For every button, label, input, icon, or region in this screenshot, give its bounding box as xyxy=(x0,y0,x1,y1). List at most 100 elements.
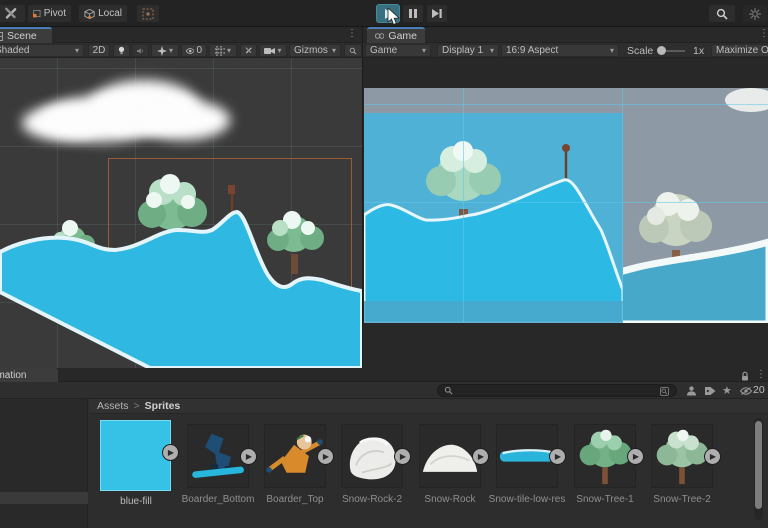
chevron-down-icon: ▾ xyxy=(421,45,426,55)
shading-mode-dropdown[interactable]: Shaded ▾ xyxy=(0,44,84,57)
project-toolbar: ★ 20 xyxy=(0,382,768,399)
folder-tree-selected-row[interactable] xyxy=(0,492,88,504)
scene-hidden-count: 0 xyxy=(196,45,202,56)
search-filter-icon[interactable] xyxy=(660,387,669,396)
grid-line xyxy=(622,88,623,323)
unity-editor-window: Pivot Local Scene ⋮ haded ▾ 2D ▾ 0 ▾ ▾ G… xyxy=(0,0,768,528)
main-toolbar: Pivot Local xyxy=(0,0,768,27)
tab-scene[interactable]: Scene xyxy=(0,27,52,43)
pause-icon xyxy=(409,9,417,18)
scene-effects-dropdown[interactable]: ▾ xyxy=(151,44,179,57)
local-toggle-button[interactable]: Local xyxy=(78,4,128,23)
chevron-down-icon: ▾ xyxy=(331,45,336,55)
asset-thumbnail: ▶ xyxy=(651,424,721,488)
label-filter-icon[interactable] xyxy=(705,386,716,396)
project-panel: Animation ⋮ xyxy=(0,368,768,528)
game-viewport[interactable] xyxy=(363,58,768,368)
pivot-toggle-button[interactable]: Pivot xyxy=(27,4,72,23)
maximize-on-play-button[interactable]: Maximize On xyxy=(711,44,768,57)
asset-expand-button[interactable]: ▶ xyxy=(394,448,411,465)
asset-label: Snow-Tree-2 xyxy=(653,494,711,505)
effects-icon xyxy=(156,45,167,56)
snowboarder-legs-art xyxy=(192,433,244,478)
chevron-down-icon: ▾ xyxy=(489,45,494,55)
breadcrumb-root[interactable]: Assets xyxy=(97,400,129,413)
chevron-down-icon: ▾ xyxy=(168,45,173,55)
asset-thumbnail: ▶ xyxy=(496,424,566,488)
lightbulb-icon xyxy=(118,46,125,55)
project-search-input[interactable] xyxy=(437,384,677,397)
pivot-label: Pivot xyxy=(43,8,66,19)
project-hidden-count: 20 xyxy=(753,384,765,396)
tab-animation[interactable]: Animation xyxy=(0,368,58,382)
asset-item-snow-tree-2[interactable]: ▶ Snow-Tree-2 xyxy=(651,424,721,514)
asset-expand-button[interactable]: ▶ xyxy=(472,448,489,465)
component-tools-button[interactable] xyxy=(240,44,257,57)
breadcrumb-current[interactable]: Sprites xyxy=(145,400,181,413)
tab-game[interactable]: Game xyxy=(367,27,425,43)
pause-button[interactable] xyxy=(402,4,424,23)
speaker-icon xyxy=(137,47,143,54)
scene-camera-dropdown[interactable]: ▾ xyxy=(259,44,287,57)
scene-search-field[interactable] xyxy=(344,44,362,57)
display-target-label: Display 1 xyxy=(442,45,484,56)
gizmos-label: Gizmos xyxy=(294,45,328,56)
project-scrollbar[interactable] xyxy=(754,418,763,520)
grid-visual-dropdown[interactable]: ▾ xyxy=(209,44,237,57)
local-label: Local xyxy=(98,8,122,19)
scene-menu-kebab-icon[interactable]: ⋮ xyxy=(347,28,357,39)
asset-expand-button[interactable]: ▶ xyxy=(240,448,257,465)
grid-axis-icon xyxy=(214,45,225,56)
asset-thumbnail: ▶ xyxy=(264,424,334,488)
game-left-scene xyxy=(364,141,623,323)
terrain-base-strip xyxy=(364,301,623,323)
snow-tree-sprite xyxy=(267,211,324,274)
step-icon xyxy=(432,9,442,18)
asset-thumbnail: ▶ xyxy=(187,424,257,488)
asset-expand-button[interactable]: ▶ xyxy=(627,448,644,465)
project-scrollbar-thumb[interactable] xyxy=(755,421,762,509)
cloud-services-button[interactable] xyxy=(742,4,768,23)
asset-expand-button[interactable]: ▶ xyxy=(317,448,334,465)
asset-thumbnail: ▶ xyxy=(574,424,644,488)
asset-thumbnail: ▶ xyxy=(341,424,411,488)
lock-icon[interactable] xyxy=(740,371,750,381)
display-target-dropdown[interactable]: Display 1 ▾ xyxy=(437,44,499,57)
search-everywhere-button[interactable] xyxy=(708,4,736,23)
asset-expand-button[interactable]: ▶ xyxy=(549,448,566,465)
cloud-sprite xyxy=(725,88,768,112)
scene-visibility-button[interactable]: 0 xyxy=(181,44,207,57)
aspect-ratio-label: 16:9 Aspect xyxy=(506,45,559,56)
game-controller-icon xyxy=(375,33,385,39)
asset-expand-button[interactable]: ▶ xyxy=(704,448,721,465)
project-folder-tree[interactable] xyxy=(0,399,88,528)
project-menu-kebab-icon[interactable]: ⋮ xyxy=(756,369,766,380)
game-right-scene xyxy=(623,88,768,323)
scene-audio-button[interactable] xyxy=(132,44,149,57)
favorites-star-icon[interactable]: ★ xyxy=(722,384,732,397)
step-button[interactable] xyxy=(426,4,448,23)
animation-tab-label: Animation xyxy=(0,370,27,381)
game-tabbar: Game ⋮ xyxy=(363,27,768,43)
game-display-mode-dropdown[interactable]: Game ▾ xyxy=(365,44,431,57)
scene-lighting-button[interactable] xyxy=(113,44,130,57)
prefab-filter-icon[interactable] xyxy=(686,386,697,396)
snowboarder-torso-art xyxy=(266,434,323,473)
toggle-2d-button[interactable]: 2D xyxy=(88,44,110,57)
scale-slider-knob[interactable] xyxy=(657,46,666,55)
gizmos-dropdown[interactable]: Gizmos ▾ xyxy=(289,44,341,57)
scene-toolbar: Shaded ▾ 2D ▾ xyxy=(0,43,362,58)
game-menu-kebab-icon[interactable]: ⋮ xyxy=(759,28,768,39)
scene-viewport[interactable] xyxy=(0,58,362,368)
chevron-down-icon: ▾ xyxy=(277,45,282,55)
grid-snapping-button[interactable] xyxy=(136,4,160,23)
aspect-ratio-dropdown[interactable]: 16:9 Aspect ▾ xyxy=(501,44,619,57)
breadcrumb-separator: > xyxy=(133,399,140,412)
hidden-eye-icon[interactable] xyxy=(740,387,752,395)
chevron-down-icon: ▾ xyxy=(609,45,614,55)
editor-tools-button[interactable] xyxy=(0,4,26,23)
asset-thumbnail: ▶ xyxy=(100,420,179,491)
asset-expand-button[interactable]: ▶ xyxy=(162,444,179,461)
snow-tile-art xyxy=(499,449,555,462)
maximize-label: Maximize On xyxy=(716,45,768,56)
